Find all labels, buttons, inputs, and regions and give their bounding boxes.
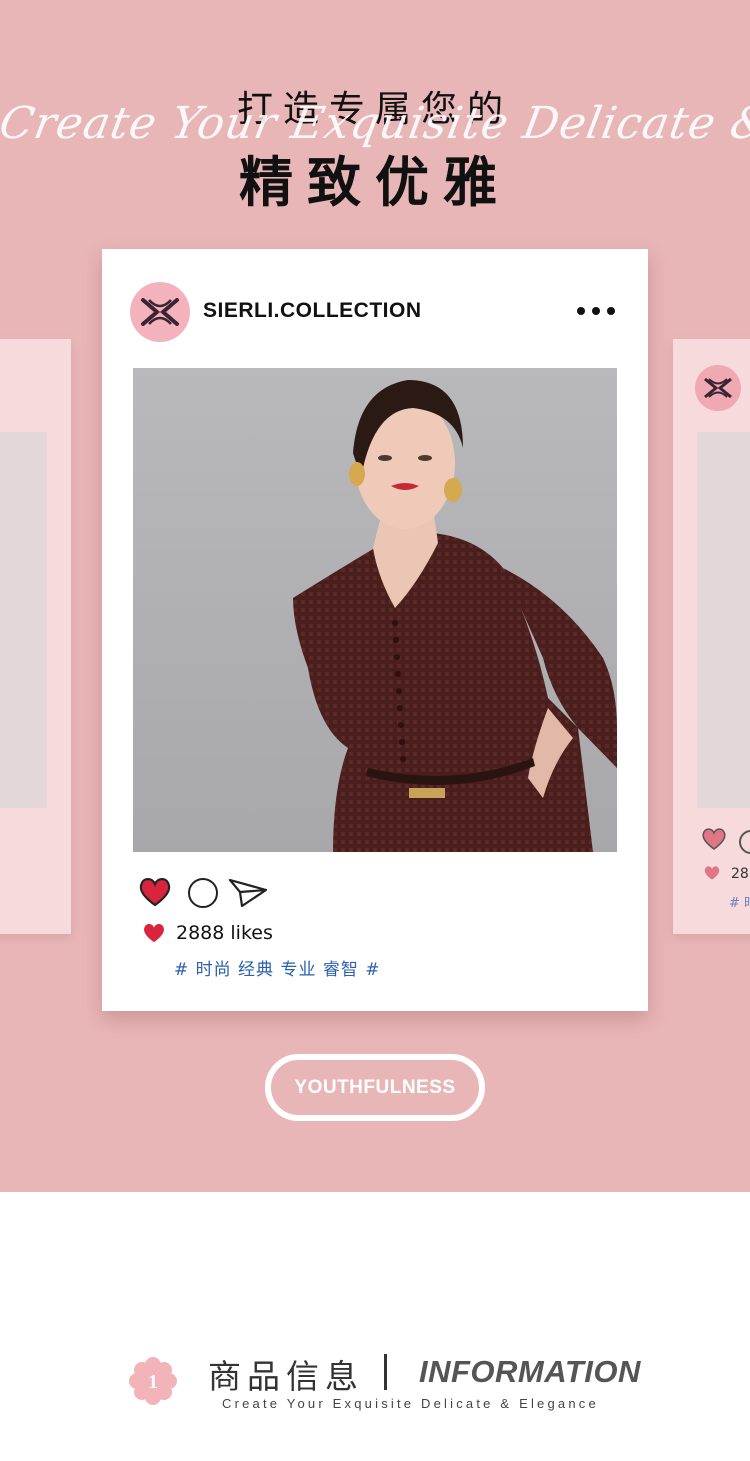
post-photo — [133, 368, 617, 852]
likes-count: 2888 likes — [176, 922, 273, 944]
info-subtitle: Create Your Exquisite Delicate & Eleganc… — [222, 1396, 599, 1411]
side-card-right-photo — [697, 432, 750, 808]
hero-title-line2: 精致优雅 — [239, 151, 511, 214]
hero-section: 打造专属您的 Create Your Exquisite Delicate & … — [0, 0, 750, 1192]
flower-badge-icon: 1 — [129, 1357, 177, 1409]
info-section-header: 1 商品信息 INFORMATION Create Your Exquisite… — [0, 1340, 750, 1420]
youthfulness-button[interactable]: YOUTHFULNESS — [265, 1054, 485, 1121]
post-tags[interactable]: # 时尚 经典 专业 睿智 # — [174, 955, 381, 980]
brand-logo-icon — [695, 365, 741, 411]
side-card-likes: 2888 likes — [731, 866, 750, 882]
brand-logo-icon[interactable] — [130, 282, 190, 342]
info-number: 1 — [148, 1371, 158, 1393]
side-card-left-photo — [0, 432, 47, 808]
comment-circle-icon[interactable] — [188, 878, 218, 908]
info-title-cn: 商品信息 — [208, 1357, 364, 1396]
side-card-right[interactable]: 2888 likes # 时 — [673, 339, 750, 934]
comment-circle-icon[interactable] — [739, 830, 750, 854]
likes-heart-icon — [142, 922, 166, 948]
youthfulness-button-label: YOUTHFULNESS — [294, 1076, 456, 1098]
heart-icon[interactable] — [701, 827, 727, 855]
info-title-en: INFORMATION — [419, 1354, 641, 1389]
model-illustration — [293, 380, 617, 852]
heart-icon[interactable] — [138, 876, 172, 912]
more-horizontal-icon[interactable] — [577, 305, 615, 317]
side-card-left[interactable] — [0, 339, 71, 934]
side-card-tags[interactable]: # 时 — [729, 892, 750, 911]
send-plane-icon[interactable] — [228, 876, 268, 912]
likes-heart-icon — [703, 865, 721, 885]
info-divider — [384, 1354, 387, 1390]
post-card: SIERLI.COLLECTION 2888 likes # 时尚 经典 专业 … — [102, 249, 648, 1011]
account-handle[interactable]: SIERLI.COLLECTION — [203, 299, 422, 323]
